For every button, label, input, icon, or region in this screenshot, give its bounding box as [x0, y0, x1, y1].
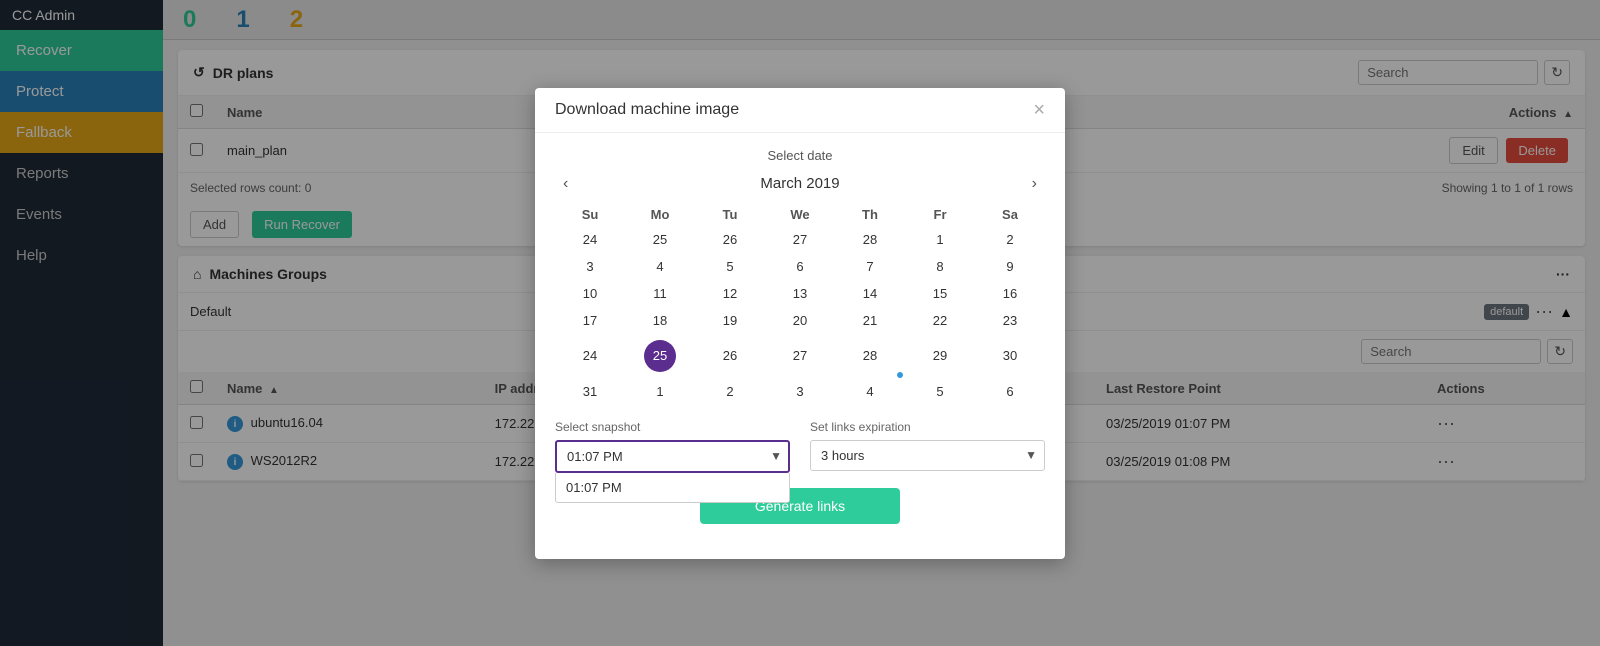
modal-header: Download machine image ×	[535, 88, 1065, 133]
calendar-day[interactable]: 1	[625, 378, 695, 405]
cal-weekday-fr: Fr	[905, 203, 975, 226]
calendar-day[interactable]: 18	[625, 307, 695, 334]
download-modal: Download machine image × Select date ‹ M…	[535, 88, 1065, 559]
calendar-day[interactable]: 27	[765, 226, 835, 253]
calendar-day[interactable]: 1	[905, 226, 975, 253]
calendar-nav: ‹ March 2019 ›	[555, 173, 1045, 195]
calendar-day[interactable]: 21	[835, 307, 905, 334]
calendar-day[interactable]: 2	[695, 378, 765, 405]
calendar-day[interactable]: 10	[555, 280, 625, 307]
calendar-day[interactable]: 4	[835, 378, 905, 405]
calendar-day[interactable]: 30	[975, 334, 1045, 378]
modal-close-button[interactable]: ×	[1033, 100, 1045, 120]
snapshot-col: Select snapshot 01:07 PM ▼ 01:07 PM	[555, 420, 790, 473]
expiry-select-wrapper: 3 hours 1 hour 6 hours 12 hours 24 hours…	[810, 440, 1045, 471]
calendar-day[interactable]: 26	[695, 226, 765, 253]
calendar-day[interactable]: 25	[625, 226, 695, 253]
cal-weekday-sa: Sa	[975, 203, 1045, 226]
calendar-day[interactable]: 15	[905, 280, 975, 307]
calendar-label: Select date	[555, 148, 1045, 163]
calendar-day[interactable]: 11	[625, 280, 695, 307]
calendar-next-button[interactable]: ›	[1024, 173, 1045, 195]
calendar-day[interactable]: 17	[555, 307, 625, 334]
cal-weekday-th: Th	[835, 203, 905, 226]
calendar-day[interactable]: 12	[695, 280, 765, 307]
snapshot-select[interactable]: 01:07 PM	[555, 440, 790, 473]
calendar-day[interactable]: 6	[975, 378, 1045, 405]
calendar-day[interactable]: 5	[695, 253, 765, 280]
calendar-day[interactable]: 20	[765, 307, 835, 334]
modal-title: Download machine image	[555, 101, 739, 119]
calendar-day[interactable]: 7	[835, 253, 905, 280]
calendar-day[interactable]: 19	[695, 307, 765, 334]
calendar-day[interactable]: 29	[905, 334, 975, 378]
calendar-day[interactable]: 3	[555, 253, 625, 280]
cal-weekday-tu: Tu	[695, 203, 765, 226]
expiry-col: Set links expiration 3 hours 1 hour 6 ho…	[810, 420, 1045, 473]
calendar-day[interactable]: 2	[975, 226, 1045, 253]
cal-weekday-mo: Mo	[625, 203, 695, 226]
calendar-day[interactable]: 26	[695, 334, 765, 378]
calendar-day[interactable]: 13	[765, 280, 835, 307]
cal-weekday-we: We	[765, 203, 835, 226]
snapshot-option-0[interactable]: 01:07 PM	[556, 473, 789, 502]
calendar-day[interactable]: 25	[625, 334, 695, 378]
snapshot-dropdown: 01:07 PM	[555, 473, 790, 503]
snapshot-label: Select snapshot	[555, 420, 790, 434]
calendar-table: Su Mo Tu We Th Fr Sa 2425262728123456789…	[555, 203, 1045, 405]
calendar-day[interactable]: 8	[905, 253, 975, 280]
snapshot-row: Select snapshot 01:07 PM ▼ 01:07 PM Set …	[555, 420, 1045, 473]
snapshot-select-wrapper: 01:07 PM ▼ 01:07 PM	[555, 440, 790, 473]
calendar-day[interactable]: 14	[835, 280, 905, 307]
calendar-prev-button[interactable]: ‹	[555, 173, 576, 195]
calendar-day[interactable]: 16	[975, 280, 1045, 307]
expiry-select[interactable]: 3 hours 1 hour 6 hours 12 hours 24 hours	[810, 440, 1045, 471]
calendar-day[interactable]: 28	[835, 226, 905, 253]
modal-body: Select date ‹ March 2019 › Su Mo Tu We T…	[535, 133, 1065, 539]
calendar-day[interactable]: 5	[905, 378, 975, 405]
calendar-day[interactable]: 9	[975, 253, 1045, 280]
expiry-label: Set links expiration	[810, 420, 1045, 434]
calendar-day[interactable]: 24	[555, 334, 625, 378]
calendar-day[interactable]: 24	[555, 226, 625, 253]
modal-overlay: Download machine image × Select date ‹ M…	[0, 0, 1600, 646]
calendar-month: March 2019	[760, 175, 839, 192]
calendar-day[interactable]: 27	[765, 334, 835, 378]
calendar-day[interactable]: 31	[555, 378, 625, 405]
calendar-day[interactable]: 28	[835, 334, 905, 378]
calendar-day[interactable]: 6	[765, 253, 835, 280]
calendar-day[interactable]: 23	[975, 307, 1045, 334]
cal-weekday-su: Su	[555, 203, 625, 226]
calendar-day[interactable]: 4	[625, 253, 695, 280]
calendar-day[interactable]: 22	[905, 307, 975, 334]
calendar-day[interactable]: 3	[765, 378, 835, 405]
